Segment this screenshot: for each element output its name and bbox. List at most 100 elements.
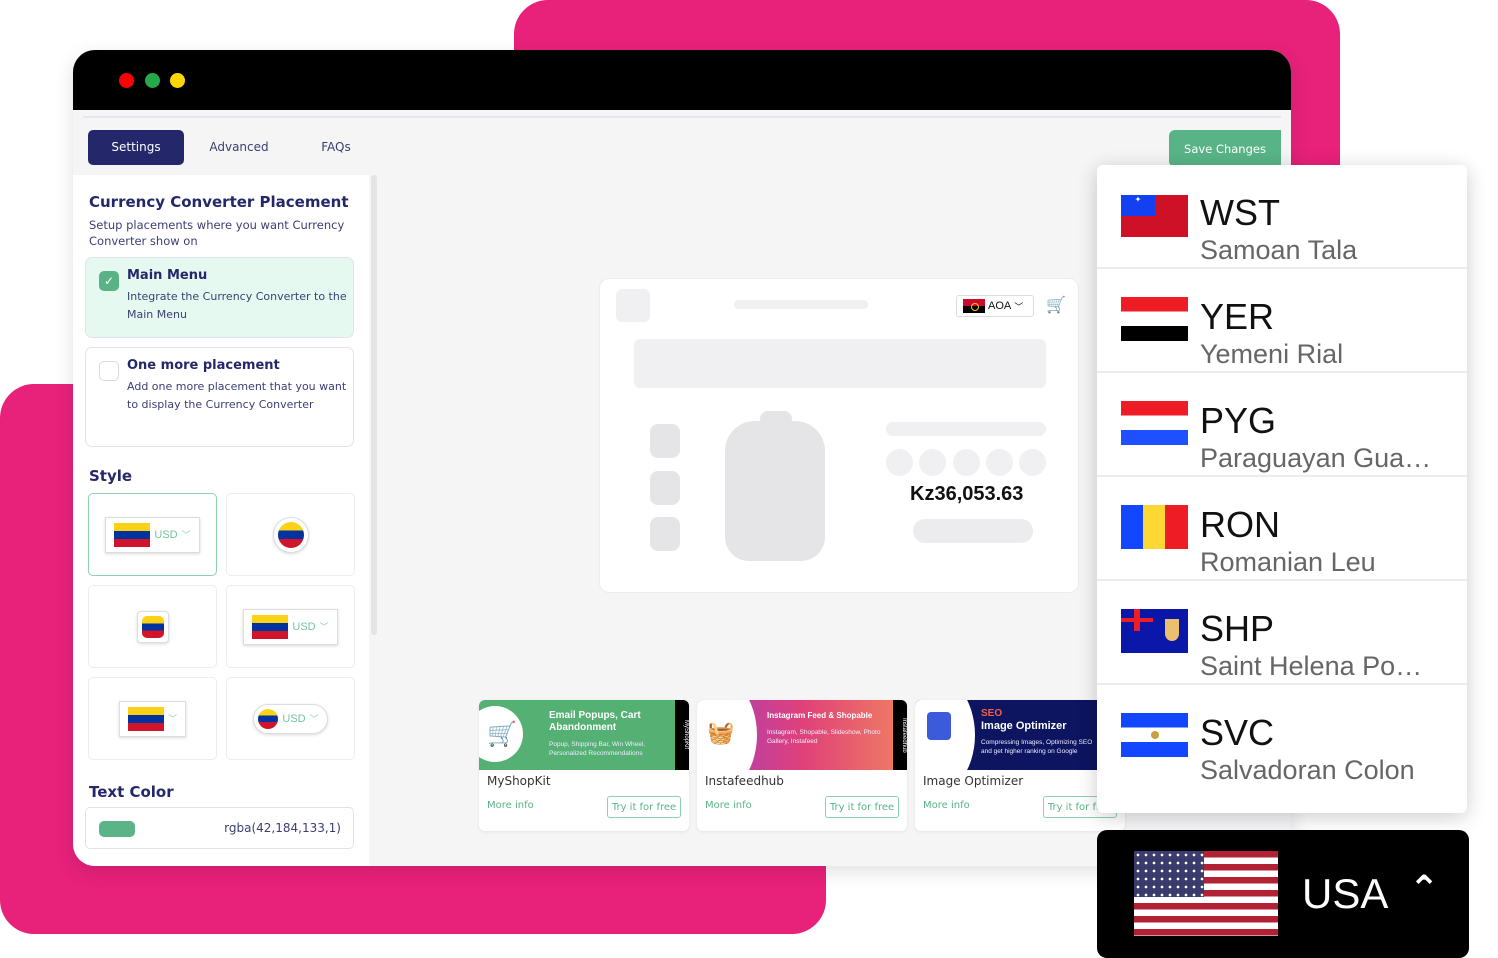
- promo-name: MyShopKit: [487, 774, 551, 788]
- promo-side-label: Instafeedhub: [893, 700, 907, 770]
- currency-dropdown-list: ✦ WST Samoan Tala YER Yemeni Rial PYG Pa…: [1097, 165, 1467, 813]
- storefront-preview: AOA ﹀ 🛒 Kz36,053.63: [599, 278, 1079, 593]
- top-nav: Settings Advanced FAQs Save Changes: [83, 116, 1281, 172]
- maximize-window-icon[interactable]: [170, 73, 185, 88]
- selected-currency-label: USA: [1302, 870, 1389, 917]
- promo-headline: Email Popups, Cart Abandonment: [549, 710, 641, 733]
- chevron-down-icon: ﹀: [167, 714, 177, 724]
- checkbox-unchecked-icon[interactable]: [99, 361, 119, 381]
- currency-option-ron[interactable]: RON Romanian Leu: [1097, 477, 1467, 581]
- placement-option-main-menu[interactable]: ✓ Main Menu Integrate the Currency Conve…: [85, 257, 354, 338]
- skeleton-title: [886, 422, 1046, 436]
- minimize-window-icon[interactable]: [145, 73, 160, 88]
- backpack-thumb-icon: [650, 517, 680, 551]
- chevron-up-icon: ⌃: [1409, 868, 1440, 909]
- promo-banner: SEO Image Optimizer Compressing Images, …: [915, 700, 1125, 800]
- currency-option-wst[interactable]: ✦ WST Samoan Tala: [1097, 165, 1467, 269]
- try-for-free-button[interactable]: Try it for free: [825, 796, 899, 818]
- shopping-bag-icon: [927, 712, 951, 740]
- sidebar-scrollbar[interactable]: [371, 175, 377, 635]
- style-code-label: USD: [282, 712, 306, 725]
- currency-selector-button[interactable]: USA ⌃: [1097, 830, 1469, 958]
- shopping-cart-icon: 🛒: [487, 721, 517, 748]
- placement-section-desc: Setup placements where you want Currency…: [89, 218, 345, 248]
- currency-code: RON: [1200, 504, 1280, 545]
- promo-banner: 🛒 Email Popups, Cart Abandonment Popup, …: [479, 700, 689, 770]
- style-option-square-flag[interactable]: [88, 585, 217, 668]
- currency-option-pyg[interactable]: PYG Paraguayan Gua…: [1097, 373, 1467, 477]
- try-for-free-button[interactable]: Try it for free: [607, 796, 681, 818]
- window-titlebar: [73, 50, 1291, 110]
- paraguay-flag-icon: [1121, 401, 1188, 445]
- samoa-flag-icon: ✦: [1121, 195, 1188, 237]
- promo-side-label: MyShopKit: [675, 700, 689, 770]
- skeleton-logo: [616, 289, 650, 322]
- settings-sidebar: Currency Converter Placement Setup place…: [73, 175, 369, 866]
- romania-flag-icon: [1121, 505, 1188, 549]
- product-price: Kz36,053.63: [910, 483, 1024, 505]
- style-preview-chip: USD ﹀: [253, 703, 328, 734]
- placement-option-title: Main Menu: [127, 268, 208, 283]
- style-preview-chip: USD ﹀: [243, 608, 338, 645]
- placement-option-one-more[interactable]: One more placement Add one more placemen…: [85, 347, 354, 447]
- venezuela-flag-icon: [252, 614, 289, 639]
- promo-headline: Image Optimizer: [981, 720, 1067, 732]
- skeleton-banner: [634, 339, 1046, 388]
- style-preview-chip: [272, 516, 309, 553]
- venezuela-flag-icon: [258, 708, 279, 729]
- promo-name: Image Optimizer: [923, 774, 1024, 788]
- save-changes-button[interactable]: Save Changes: [1169, 130, 1281, 167]
- color-swatch[interactable]: [99, 821, 135, 837]
- preview-currency-switcher[interactable]: AOA ﹀: [956, 295, 1034, 317]
- usa-flag-icon: [1134, 851, 1278, 936]
- currency-name: Yemeni Rial: [1200, 339, 1344, 369]
- currency-name: Saint Helena Po…: [1200, 651, 1423, 681]
- currency-option-shp[interactable]: SHP Saint Helena Po…: [1097, 581, 1467, 685]
- promo-subtitle: Compressing Images, Optimizing SEO and g…: [981, 739, 1093, 755]
- style-option-pill-round-flag-code[interactable]: USD ﹀: [226, 677, 355, 760]
- text-color-section-title: Text Color: [89, 783, 174, 801]
- style-option-flag-code-dropdown[interactable]: USD ﹀: [88, 493, 217, 576]
- style-option-flag-code-dropdown-wide[interactable]: USD ﹀: [226, 585, 355, 668]
- style-option-flag-dropdown[interactable]: ﹀: [88, 677, 217, 760]
- yemen-flag-icon: [1121, 297, 1188, 341]
- skeleton-nav: [734, 300, 868, 309]
- style-option-round-flag[interactable]: [226, 493, 355, 576]
- currency-name: Samoan Tala: [1200, 235, 1358, 265]
- tab-settings[interactable]: Settings: [88, 130, 184, 165]
- currency-option-svc[interactable]: SVC Salvadoran Colon: [1097, 685, 1467, 789]
- rating-star-placeholder: [1019, 449, 1046, 476]
- saint-helena-flag-icon: [1121, 609, 1188, 653]
- promo-card-myshopkit: 🛒 Email Popups, Cart Abandonment Popup, …: [479, 700, 689, 831]
- currency-name: Romanian Leu: [1200, 547, 1376, 577]
- angola-flag-icon: [963, 299, 985, 313]
- currency-code: YER: [1200, 296, 1275, 337]
- promo-name: Instafeedhub: [705, 774, 784, 788]
- placement-section-title: Currency Converter Placement: [89, 193, 349, 211]
- cart-icon[interactable]: 🛒: [1046, 295, 1066, 315]
- backpack-main-icon: [725, 421, 825, 561]
- checkbox-checked-icon[interactable]: ✓: [99, 271, 119, 291]
- currency-option-yer[interactable]: YER Yemeni Rial: [1097, 269, 1467, 373]
- el-salvador-flag-icon: [1121, 713, 1188, 757]
- venezuela-flag-icon: [277, 521, 304, 548]
- promo-tag: SEO: [981, 708, 1003, 719]
- style-preview-chip: ﹀: [118, 700, 186, 737]
- close-window-icon[interactable]: [119, 73, 134, 88]
- backpack-thumb-icon: [650, 424, 680, 458]
- more-info-link[interactable]: More info: [923, 800, 970, 811]
- more-info-link[interactable]: More info: [487, 800, 534, 811]
- chevron-down-icon: ﹀: [1014, 301, 1024, 312]
- text-color-picker[interactable]: rgba(42,184,133,1): [85, 807, 354, 849]
- tab-advanced[interactable]: Advanced: [193, 130, 285, 165]
- tab-faqs[interactable]: FAQs: [305, 130, 367, 165]
- basket-icon: 🧺: [707, 720, 735, 745]
- venezuela-flag-icon: [141, 615, 164, 638]
- backpack-thumb-icon: [650, 471, 680, 505]
- currency-code: SVC: [1200, 712, 1275, 753]
- more-info-link[interactable]: More info: [705, 800, 752, 811]
- style-section-title: Style: [89, 467, 133, 485]
- currency-code: SHP: [1200, 608, 1275, 649]
- venezuela-flag-icon: [114, 522, 151, 547]
- promo-headline: Instagram Feed & Shopable: [767, 711, 873, 720]
